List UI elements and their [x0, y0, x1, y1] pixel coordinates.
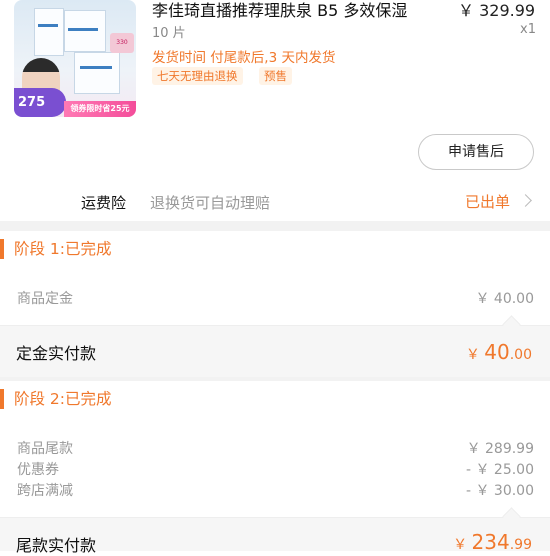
- product-box-image: [74, 52, 120, 94]
- balance-paid-label: 尾款实付款: [16, 536, 97, 555]
- product-quantity: x1: [520, 22, 536, 37]
- product-price: ￥ 329.99: [458, 1, 536, 20]
- cross-store-discount-value: - ￥ 30.00: [465, 483, 534, 499]
- thumbnail-price-bubble: 275: [14, 88, 66, 117]
- stage-accent-bar: [0, 389, 4, 409]
- stage-1-title: 阶段 1:已完成: [14, 240, 112, 258]
- tag-presale: 预售: [259, 67, 292, 85]
- coupon-label: 优惠券: [17, 462, 59, 478]
- thumbnail-coupon-strip: 领券限时省25元: [64, 101, 136, 117]
- stage-2-header: 阶段 2:已完成: [0, 381, 550, 417]
- balance-paid-box: 尾款实付款 ￥ 234.99: [0, 517, 550, 555]
- balance-label: 商品尾款: [17, 441, 73, 457]
- gift-badge: 330: [110, 33, 134, 53]
- chevron-right-icon[interactable]: [519, 194, 532, 207]
- deposit-value: ￥ 40.00: [475, 291, 534, 307]
- product-box-image: [64, 10, 106, 52]
- balance-paid-amount: ￥ 234.99: [453, 530, 532, 554]
- shipping-insurance-label: 运费险: [81, 194, 127, 212]
- apply-after-sale-button[interactable]: 申请售后: [418, 134, 534, 170]
- coupon-value: - ￥ 25.00: [465, 462, 534, 478]
- product-box-image: [34, 8, 64, 56]
- product-thumbnail[interactable]: 330 275 领券限时省25元: [14, 0, 136, 117]
- tag-seven-day-return: 七天无理由退换: [152, 67, 243, 85]
- stage-accent-bar: [0, 239, 4, 259]
- cross-store-discount-label: 跨店满减: [17, 483, 73, 499]
- stage-2-title: 阶段 2:已完成: [14, 390, 112, 408]
- section-divider: [0, 221, 550, 231]
- deposit-paid-label: 定金实付款: [16, 344, 97, 363]
- stage-1-header: 阶段 1:已完成: [0, 231, 550, 267]
- shipping-info: 发货时间 付尾款后,3 天内发货: [152, 50, 336, 66]
- deposit-paid-amount: ￥ 40.00: [465, 340, 532, 364]
- shipping-insurance-description: 退换货可自动理赔: [150, 194, 271, 212]
- product-title[interactable]: 李佳琦直播推荐理肤泉 B5 多效保湿: [152, 0, 407, 21]
- deposit-label: 商品定金: [17, 291, 73, 307]
- product-spec: 10 片: [152, 26, 186, 41]
- balance-value: ￥ 289.99: [466, 441, 534, 457]
- deposit-paid-box: 定金实付款 ￥ 40.00: [0, 325, 550, 378]
- shipping-insurance-status[interactable]: 已出单: [465, 191, 510, 212]
